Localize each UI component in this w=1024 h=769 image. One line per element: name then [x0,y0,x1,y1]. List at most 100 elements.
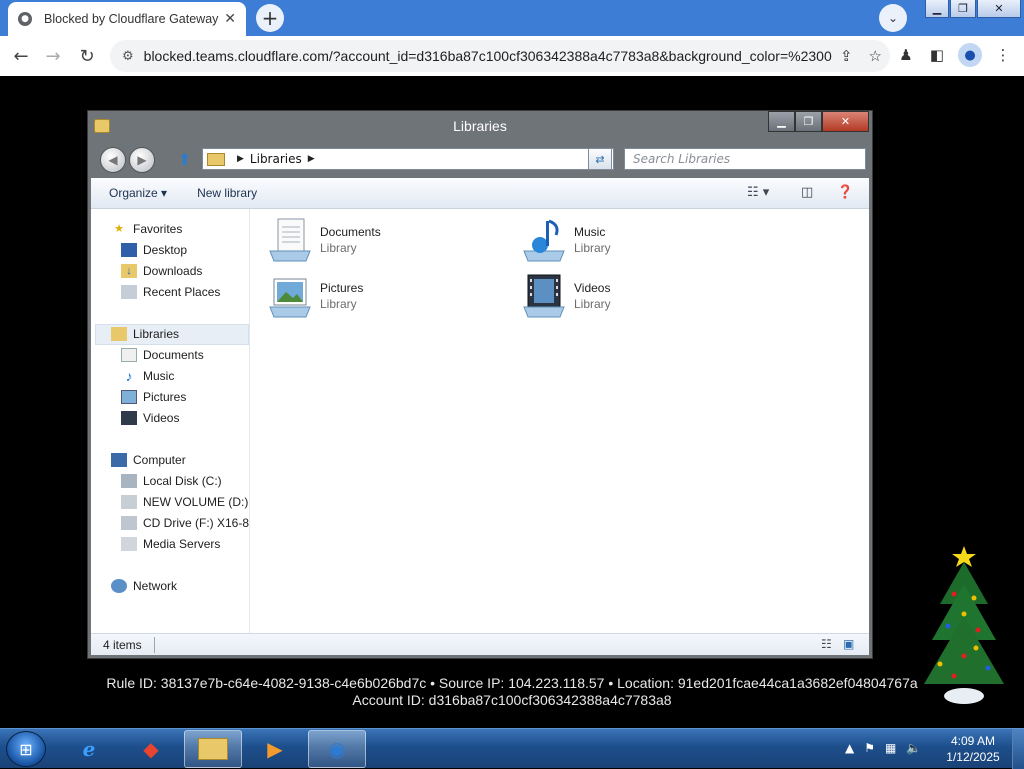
url-text[interactable]: blocked.teams.cloudflare.com/?account_id… [144,48,832,64]
address-path[interactable]: ▶ Libraries ▶ ▼ [202,148,614,170]
volume-icon[interactable]: 🔈 [906,741,921,755]
nav-computer[interactable]: Computer [111,449,186,470]
preview-pane-icon[interactable]: ◫ [801,185,813,200]
extensions-icon[interactable]: ♟ [895,44,917,66]
library-music[interactable]: Music Library [520,217,760,267]
library-type: Library [320,297,357,311]
clock[interactable]: 4:09 AM 1/12/2025 [938,733,1008,765]
explorer-maximize-button[interactable]: ❐ [795,111,822,132]
nav-downloads[interactable]: ↓ Downloads [121,260,202,281]
library-type: Library [320,241,357,255]
cd-drive-icon [121,515,137,530]
nav-desktop[interactable]: Desktop [121,239,187,260]
reload-icon[interactable]: ↻ [75,44,99,68]
file-explorer-icon[interactable] [184,730,242,768]
nav-favorites[interactable]: ★ Favorites [111,218,182,239]
media-server-icon [121,536,137,551]
network-icon[interactable]: ▦ [885,741,896,755]
help-icon[interactable]: ❓ [837,185,853,200]
menu-icon[interactable]: ⋮ [992,44,1014,66]
start-button[interactable]: ⊞ [6,731,46,767]
new-tab-button[interactable]: + [256,4,284,32]
libraries-icon [207,152,225,166]
nav-network[interactable]: Network [111,575,177,596]
address-libraries[interactable]: Libraries [250,152,302,166]
network-icon [111,578,127,593]
library-name: Documents [320,225,381,239]
documents-icon [121,347,137,362]
view-options-icon[interactable]: ☷ ▾ [747,185,769,200]
show-desktop-button[interactable] [1012,729,1024,769]
forward-icon[interactable]: → [41,44,65,68]
close-window-button[interactable]: ✕ [977,0,1021,18]
library-type: Library [574,297,611,311]
tab-close-button[interactable]: ✕ [224,11,236,27]
library-pictures[interactable]: Pictures Library [266,273,506,323]
library-videos[interactable]: Videos Library [520,273,760,323]
taskbar: ⊞ e ◆ ▶ ◉ ▲ ⚑ ▦ 🔈 4:09 AM 1/12/2025 [0,728,1024,769]
desktop-icon [121,242,137,257]
browser-toolbar: ← → ↻ ⚙ blocked.teams.cloudflare.com/?ac… [0,36,1024,76]
status-divider [153,636,155,653]
chevron-right-icon[interactable]: ▶ [308,154,315,164]
library-content-pane: Documents Library Music Library Pictures Li… [250,209,869,633]
details-view-icon[interactable]: ☷ [821,637,832,651]
nav-music[interactable]: ♪ Music [121,365,175,386]
side-panel-icon[interactable]: ◧ [926,44,948,66]
back-icon[interactable]: ← [9,44,33,68]
share-icon[interactable]: ⇪ [840,47,853,65]
minimize-button[interactable]: ▁ [925,0,949,18]
pictures-icon [121,389,137,404]
music-library-icon [520,217,568,265]
address-bar[interactable]: ⚙ blocked.teams.cloudflare.com/?account_… [110,40,890,72]
system-tray: ▲ ⚑ ▦ 🔈 [845,741,921,755]
large-icons-view-icon[interactable]: ▣ [843,637,854,651]
videos-icon [121,410,137,425]
nav-local-disk-c[interactable]: Local Disk (C:) [121,470,222,491]
app-icon[interactable]: ◆ [122,730,180,768]
explorer-back-icon[interactable]: ◀ [100,147,126,173]
videos-library-icon [520,273,568,321]
maximize-button[interactable]: ❐ [950,0,976,18]
chrome-icon[interactable]: ◉ [308,730,366,768]
explorer-minimize-button[interactable]: ▁ [768,111,795,132]
browser-tab[interactable]: ● Blocked by Cloudflare Gateway ✕ [8,2,246,36]
computer-icon [111,452,127,467]
library-type: Library [574,241,611,255]
library-name: Videos [574,281,611,295]
nav-media-servers[interactable]: Media Servers [121,533,220,554]
status-bar: 4 items ☷ ▣ [91,633,869,655]
show-hidden-icons-icon[interactable]: ▲ [845,741,854,755]
navigation-pane: ★ Favorites Desktop ↓ Downloads Recent Pla… [91,209,250,633]
rule-info-text: Rule ID: 38137e7b-c64e-4082-9138-c4e6b02… [106,675,918,691]
nav-pictures[interactable]: Pictures [121,386,186,407]
explorer-close-button[interactable]: ✕ [822,111,869,132]
search-input[interactable]: Search Libraries [624,148,866,170]
media-player-icon[interactable]: ▶ [246,730,304,768]
tab-search-button[interactable]: ⌄ [879,4,907,32]
nav-cd-drive-f[interactable]: CD Drive (F:) X16-81 [121,512,249,533]
nav-recent-places[interactable]: Recent Places [121,281,220,302]
navigation-row: ◀ ▶ ⬆ ▶ Libraries ▶ ▼ ⇄ Search Libraries [88,144,872,176]
documents-library-icon [266,217,314,265]
chevron-right-icon[interactable]: ▶ [237,154,244,164]
up-arrow-icon[interactable]: ⬆ [178,150,191,169]
bookmark-star-icon[interactable]: ☆ [869,47,882,65]
nav-videos[interactable]: Videos [121,407,179,428]
command-bar: Organize ▾ New library ☷ ▾ ◫ ❓ [91,178,869,209]
organize-button[interactable]: Organize ▾ [109,186,167,200]
site-info-icon[interactable]: ⚙ [122,49,134,64]
clock-date: 1/12/2025 [946,750,1000,764]
nav-new-volume-d[interactable]: NEW VOLUME (D:) [121,491,248,512]
profile-avatar[interactable]: ● [958,43,982,67]
refresh-icon[interactable]: ⇄ [588,148,612,170]
new-library-button[interactable]: New library [197,186,257,200]
library-documents[interactable]: Documents Library [266,217,506,267]
flag-icon[interactable]: ⚑ [864,741,875,755]
nav-libraries[interactable]: Libraries [111,323,179,344]
explorer-body: ★ Favorites Desktop ↓ Downloads Recent Pla… [91,209,869,633]
explorer-forward-icon[interactable]: ▶ [129,147,155,173]
nav-documents[interactable]: Documents [121,344,204,365]
globe-icon: ● [18,12,32,26]
internet-explorer-icon[interactable]: e [60,730,118,768]
